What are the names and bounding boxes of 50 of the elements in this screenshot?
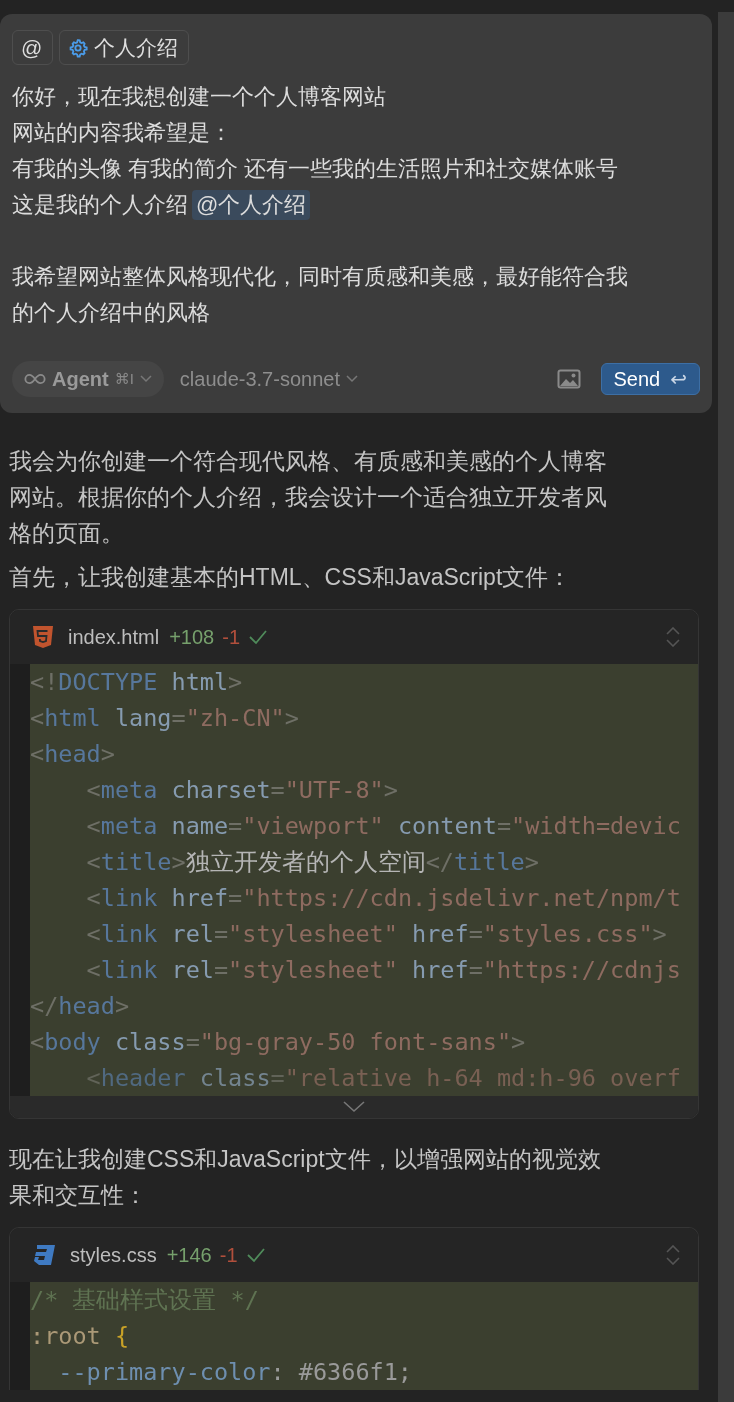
added-count: +146 <box>166 1243 212 1268</box>
added-count: +108 <box>169 625 215 650</box>
image-button[interactable] <box>556 369 581 389</box>
chevron-down-icon <box>343 1101 365 1113</box>
code-line: <title>独立开发者的个人空间</title> <box>85 847 539 878</box>
response-text: 果和交互性： <box>9 1181 148 1210</box>
code-line: <!DOCTYPE html> <box>30 667 243 698</box>
scrollbar[interactable] <box>718 12 734 1402</box>
response-text: 网站。根据你的个人介绍，我会设计一个适合独立开发者风 <box>9 483 608 512</box>
html5-icon <box>32 625 54 649</box>
code-line: <html lang="zh-CN"> <box>30 703 299 734</box>
chevron-down-icon <box>139 375 152 383</box>
up-down-chevron-icon <box>666 627 680 647</box>
code-line: </head> <box>30 991 130 1022</box>
expand-button[interactable] <box>666 1245 680 1265</box>
removed-count: -1 <box>219 1243 238 1268</box>
response-text: 我会为你创建一个符合现代风格、有质感和美感的个人博客 <box>9 447 608 476</box>
response-text: 现在让我创建CSS和JavaScript文件，以增强网站的视觉效 <box>9 1145 602 1174</box>
message-line: 有我的头像 有我的简介 还有一些我的生活照片和社交媒体账号 <box>12 155 620 183</box>
code-line: <meta name="viewport" content="width=devic <box>85 811 681 842</box>
message-line: 的个人介绍中的风格 <box>12 299 211 327</box>
removed-count: -1 <box>222 625 240 650</box>
response-text: 首先，让我创建基本的HTML、CSS和JavaScript文件： <box>9 563 573 592</box>
response-text: 格的页面。 <box>9 519 125 548</box>
gear-icon <box>68 37 89 58</box>
code-line: <head> <box>30 739 115 770</box>
file-name[interactable]: index.html <box>68 619 160 655</box>
message-line: 我希望网站整体风格现代化，同时有质感和美感，最好能符合我 <box>12 263 629 291</box>
context-chip[interactable]: 个人介绍 <box>59 30 190 65</box>
up-down-chevron-icon <box>666 1245 680 1265</box>
mention-button[interactable]: @ <box>12 30 54 65</box>
code-line: <link href="https://cdn.jsdelivr.net/npm/t <box>85 883 681 914</box>
code-line: <meta charset="UTF-8"> <box>85 775 398 806</box>
code-line: <body class="bg-gray-50 font-sans"> <box>30 1027 526 1058</box>
code-line: :root { <box>30 1321 130 1352</box>
message-line: 这是我的个人介绍 <box>12 191 188 219</box>
expand-button[interactable] <box>666 627 680 647</box>
message-line: 你好，现在我想创建一个个人博客网站 <box>12 83 387 111</box>
code-line: <link rel="stylesheet" href="styles.css"> <box>85 919 667 950</box>
css3-icon <box>32 1243 56 1267</box>
image-icon <box>556 369 581 389</box>
chevron-down-icon <box>345 375 358 383</box>
mention-tag[interactable]: @个人介绍 <box>192 190 311 220</box>
infinity-icon <box>24 373 46 385</box>
code-line: <link rel="stylesheet" href="https://cdnjs <box>85 955 681 986</box>
code-line: <header class="relative h-64 md:h-96 overf <box>85 1063 681 1094</box>
send-button[interactable]: Send ↩ <box>600 363 700 395</box>
message-line: 网站的内容我希望是： <box>12 119 233 147</box>
file-name[interactable]: styles.css <box>70 1237 157 1273</box>
code-line: --primary-color: #6366f1; <box>57 1357 412 1388</box>
